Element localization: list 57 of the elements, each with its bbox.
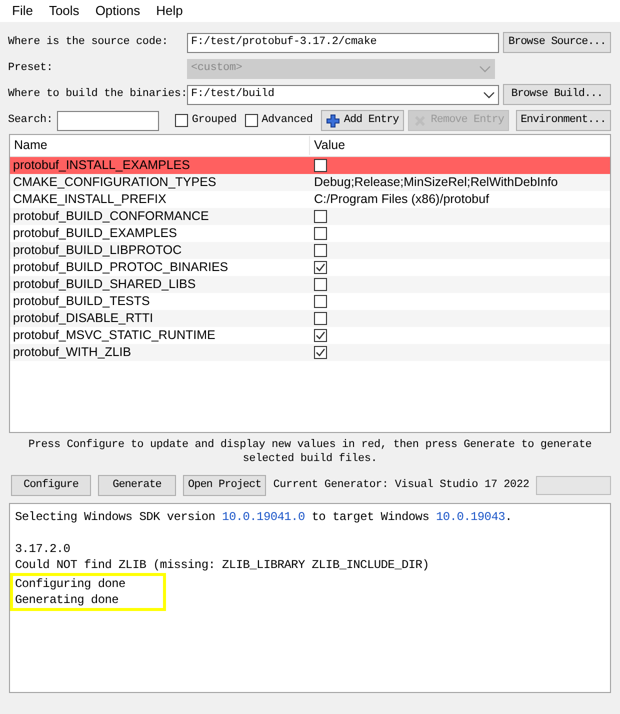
build-path-dropdown[interactable]: F:/test/build [187,84,499,104]
table-cell-text: protobuf_BUILD_SHARED_LIBS [12,277,196,292]
table-cell-text: protobuf_WITH_ZLIB [12,345,132,360]
table-cell-text: protobuf_BUILD_CONFORMANCE [12,209,209,224]
generator-label: Current Generator: Visual Studio 17 2022 [273,478,530,494]
action-button[interactable]: Open Project [183,475,266,496]
log-line: Selecting Windows SDK version 10.0.19041.0 to target Windows 10.0.19043. [15,509,513,525]
checkbox[interactable] [314,278,327,291]
checkbox[interactable] [244,114,258,127]
checkbox[interactable] [314,312,327,325]
action-button[interactable]: Generate [98,475,176,496]
checkbox[interactable] [314,227,327,240]
field-label: Preset: [8,61,54,76]
table-cell-text: C:/Program Files (x86)/protobuf [314,191,490,208]
table-cell-text: protobuf_BUILD_TESTS [12,294,150,308]
action-button[interactable]: Configure [11,475,91,496]
table-cell-text: protobuf_BUILD_LIBPROTOC [12,243,182,258]
table-cell-text: CMAKE_INSTALL_PREFIX [12,192,166,206]
table-cell-text: Debug;Release;MinSizeRel;RelWithDebInfo [314,174,558,192]
checkbox[interactable] [314,210,327,223]
log-line: Generating done [15,592,120,608]
menu-item[interactable]: File [4,1,41,21]
table-row[interactable]: protobuf_INSTALL_EXAMPLES [10,157,610,174]
checkbox[interactable] [314,159,327,172]
checkbox[interactable] [314,244,327,257]
table-cell-text: protobuf_DISABLE_RTTI [12,311,154,326]
column-header[interactable]: Name [10,136,310,155]
table-cell-text: CMAKE_CONFIGURATION_TYPES [12,175,216,190]
browse-source-button[interactable]: Browse Source... [503,32,611,53]
table-cell-text: protobuf_BUILD_PROTOC_BINARIES [12,260,228,274]
checkbox-label: Advanced [262,113,313,128]
source-path-field[interactable]: F:/test/protobuf-3.17.2/cmake [187,32,500,52]
table-cell-text: protobuf_BUILD_EXAMPLES [12,226,177,240]
field-label: Where is the source code: [8,35,170,50]
table-cell-text: protobuf_INSTALL_EXAMPLES [12,158,190,172]
browse-build-button[interactable]: Browse Build... [503,84,611,105]
search-label: Search: [8,113,53,128]
hint-text: Press Configure to update and display new values in red, then press Generate to generate selected build files. [27,438,593,466]
log-line: Could NOT find ZLIB (missing: ZLIB_LIBRARY ZLIB_INCLUDE_DIR) [15,557,430,573]
checkbox[interactable] [314,346,327,359]
plus-icon [326,114,340,128]
menu-item[interactable]: Help [148,1,191,21]
environment-button[interactable]: Environment... [516,110,611,131]
checkbox-label: Grouped [192,113,237,128]
checkbox[interactable] [174,114,188,127]
log-line: 3.17.2.0 [15,541,72,557]
search-field[interactable] [56,110,159,130]
table-cell-text: protobuf_MSVC_STATIC_RUNTIME [12,328,216,342]
checkbox[interactable] [314,261,327,274]
checkbox[interactable] [314,295,327,308]
field-label: Where to build the binaries: [8,87,183,102]
log-line: Configuring done [15,576,126,592]
checkbox[interactable] [314,329,327,342]
column-header[interactable]: Value [310,136,346,155]
add-entry-button[interactable]: Add Entry [320,110,404,131]
menu-item[interactable]: Options [87,1,148,21]
menu-item[interactable]: Tools [40,1,88,21]
